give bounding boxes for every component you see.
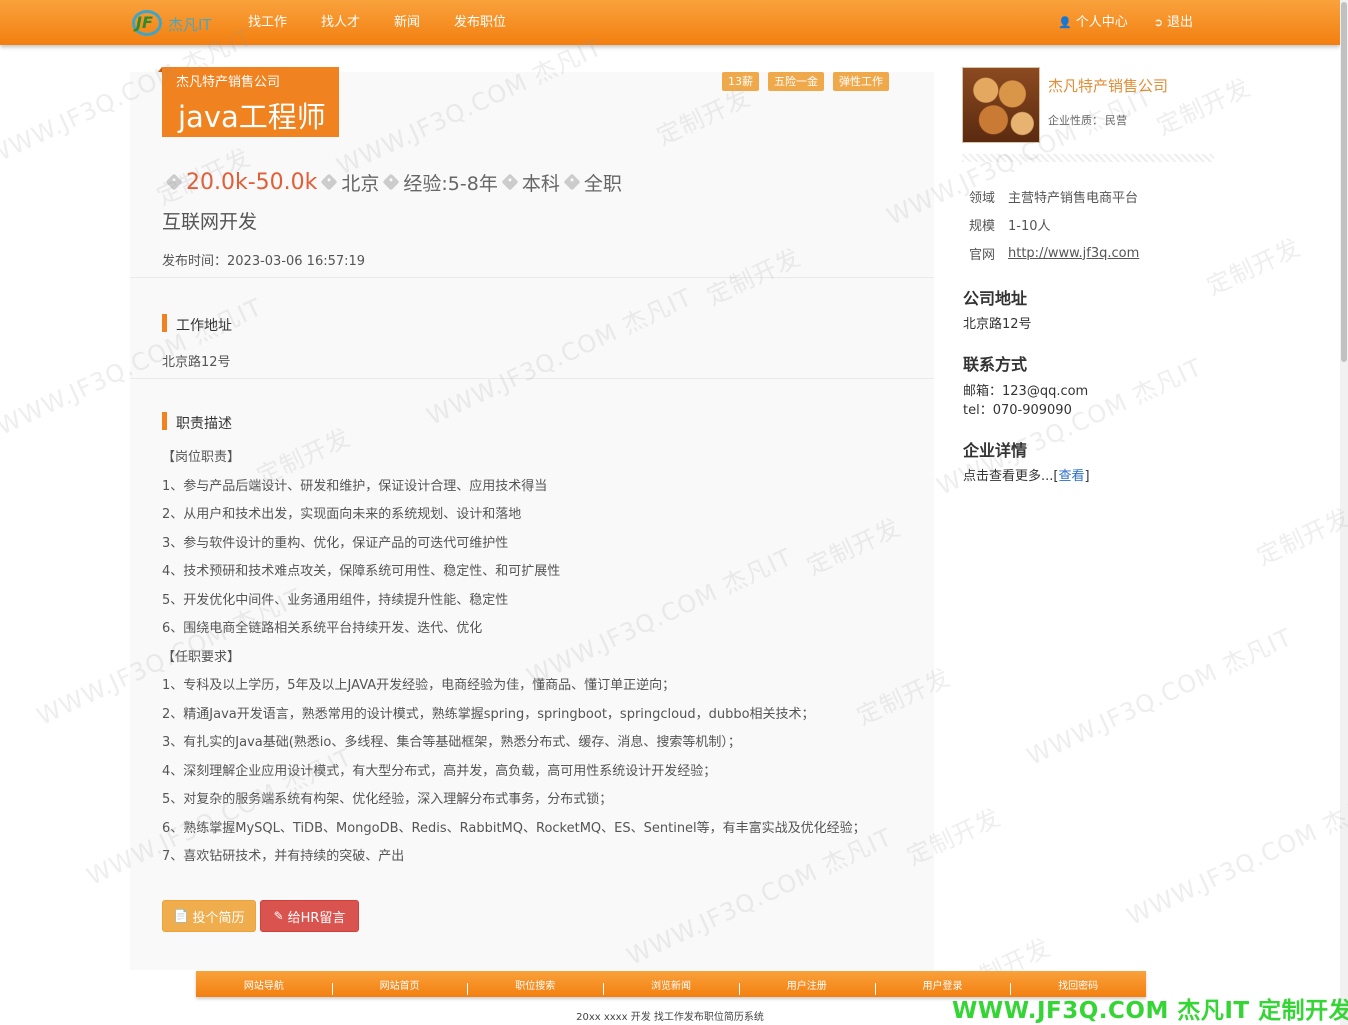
company-detail: 点击查看更多...[查看] <box>963 469 1090 484</box>
company-detail-title: 企业详情 <box>963 441 1028 460</box>
duty-line: 4、技术预研和技术难点攻关，保障系统可用性、稳定性、和可扩展性 <box>162 564 561 579</box>
job-title-tag: 杰凡特产销售公司 java工程师 <box>158 67 339 137</box>
watermark: WWW.JF3Q.COM 杰凡IT <box>1022 623 1297 771</box>
job-education: 本科 <box>521 172 560 195</box>
duty-line: 2、精通Java开发语言，熟悉常用的设计模式，熟练掌握spring，spring… <box>162 706 815 722</box>
company-name-link[interactable]: 杰凡特产销售公司 <box>1048 75 1168 96</box>
duty-line: 5、对复杂的服务端系统有构架、优化经验，深入理解分布式事务，分布式锁； <box>162 792 613 807</box>
tag-icon <box>382 173 400 191</box>
welfare-badge: 13薪 <box>722 72 759 91</box>
nav-news[interactable]: 新闻 <box>394 0 420 45</box>
footer-link[interactable]: 用户注册 <box>738 971 875 997</box>
duty-line: 4、深刻理解企业应用设计模式，有大型分布式，高并发，高负载，高可用性系统设计开发… <box>162 763 717 779</box>
duty-line: 1、参与产品后端设计、研发和维护，保证设计合理、应用技术得当 <box>162 478 548 494</box>
decorative-divider <box>962 154 1214 162</box>
duty-line: 7、喜欢钻研技术，并有持续的突破、产出 <box>162 849 405 864</box>
user-icon: 👤 <box>1058 16 1072 29</box>
watermark: WWW.JF3Q.COM 杰凡IT <box>1122 783 1348 931</box>
nav-post-job[interactable]: 发布职位 <box>454 0 506 45</box>
info-label: 领域 <box>969 190 996 206</box>
tag-corner <box>158 67 162 72</box>
job-title: java工程师 <box>178 100 326 134</box>
info-label: 规模 <box>969 219 996 235</box>
top-nav-bar: JF 杰凡IT 找工作 找人才 新闻 发布职位 👤 个人中心 ➲ 退出 <box>0 0 1340 45</box>
info-row: 官网 http://www.jf3q.com <box>962 239 1139 268</box>
company-website-link[interactable]: http://www.jf3q.com <box>1008 246 1139 261</box>
logout-icon: ➲ <box>1153 16 1163 29</box>
salary: 20.0k-50.0k <box>186 169 318 195</box>
user-links: 👤 个人中心 ➲ 退出 <box>1058 0 1219 45</box>
tag-icon <box>165 173 183 191</box>
logo-mark-icon: JF <box>136 13 153 32</box>
job-city: 北京 <box>341 172 380 195</box>
duty-line: 3、参与软件设计的重构、优化，保证产品的可迭代可维护性 <box>162 535 509 551</box>
user-center-link[interactable]: 👤 个人中心 <box>1058 0 1128 45</box>
logo-text: 杰凡IT <box>168 16 212 34</box>
message-hr-button[interactable]: ✎ 给HR留言 <box>260 900 359 932</box>
company-nature-label: 企业性质： <box>1048 114 1103 127</box>
duty-line: 【任职要求】 <box>162 649 241 665</box>
duty-line: 6、围绕电商全链路相关系统平台持续开发、迭代、优化 <box>162 621 483 636</box>
job-meta: 20.0k-50.0k 北京 经验:5-8年 本科 全职 <box>162 166 622 198</box>
company-field: 主营特产销售电商平台 <box>1008 190 1139 206</box>
watermark-banner: WWW.JF3Q.COM 杰凡IT 定制开发 <box>952 998 1348 1024</box>
nav-find-talent[interactable]: 找人才 <box>321 0 360 45</box>
welfare-badge: 五险一金 <box>768 72 824 91</box>
duty-line: 3、有扎实的Java基础(熟悉io、多线程、集合等基础框架，熟悉分布式、缓存、消… <box>162 735 741 750</box>
footer-link[interactable]: 网站导航 <box>196 971 332 997</box>
watermark: 定制开发 <box>1202 233 1305 301</box>
company-address: 北京路12号 <box>963 317 1032 332</box>
duty-title: 职责描述 <box>162 412 232 433</box>
divider <box>130 277 934 278</box>
main-nav: 找工作 找人才 新闻 发布职位 <box>248 0 540 45</box>
duty-line: 【岗位职责】 <box>162 450 241 465</box>
apply-resume-button[interactable]: 📄 投个简历 <box>162 900 256 932</box>
welfare-tags: 13薪 五险一金 弹性工作 <box>722 72 898 91</box>
tag-icon <box>501 173 519 191</box>
info-label: 官网 <box>969 247 996 263</box>
company-address-title: 公司地址 <box>963 289 1028 308</box>
scrollbar-thumb[interactable] <box>1341 2 1347 362</box>
company-nature: 民营 <box>1105 114 1127 127</box>
duty-line: 6、熟练掌握MySQL、TiDB、MongoDB、Redis、RabbitMQ、… <box>162 820 866 836</box>
duty-line: 2、从用户和技术出发，实现面向未来的系统规划、设计和落地 <box>162 507 522 522</box>
info-row: 规模 1-10人 <box>962 211 1139 240</box>
welfare-badge: 弹性工作 <box>833 72 889 91</box>
job-company-name: 杰凡特产销售公司 <box>176 75 281 90</box>
job-experience: 经验:5-8年 <box>403 172 498 195</box>
site-logo[interactable]: JF 杰凡IT <box>130 8 222 38</box>
work-address: 北京路12号 <box>162 355 231 370</box>
tag-icon <box>320 173 338 191</box>
pencil-icon: ✎ <box>273 909 284 923</box>
footer-link[interactable]: 网站首页 <box>331 971 468 997</box>
company-info-table: 领域 主营特产销售电商平台 规模 1-10人 官网 http://www.jf3… <box>962 182 1139 268</box>
work-address-title: 工作地址 <box>162 314 232 335</box>
contact-email: 邮箱：123@qq.com <box>963 384 1089 399</box>
job-department: 互联网开发 <box>162 211 258 233</box>
publish-time: 发布时间：2023-03-06 16:57:19 <box>162 254 366 269</box>
logout-link[interactable]: ➲ 退出 <box>1154 0 1193 45</box>
duty-list: 【岗位职责】 1、参与产品后端设计、研发和维护，保证设计合理、应用技术得当 2、… <box>162 448 866 876</box>
company-site-cell: http://www.jf3q.com <box>1008 239 1139 268</box>
page-scrollbar[interactable] <box>1340 0 1348 1025</box>
contact-title: 联系方式 <box>963 355 1028 374</box>
tag-icon <box>563 173 581 191</box>
nav-find-job[interactable]: 找工作 <box>248 0 287 45</box>
contact-tel: tel：070-909090 <box>963 403 1072 418</box>
watermark: 定制开发 <box>1252 503 1348 571</box>
job-type: 全职 <box>583 172 622 195</box>
company-logo-image[interactable] <box>962 67 1040 143</box>
view-more-link[interactable]: 查看 <box>1058 469 1084 484</box>
file-icon: 📄 <box>173 909 189 923</box>
footer-link[interactable]: 浏览新闻 <box>603 971 739 997</box>
footer-link[interactable]: 职位搜索 <box>467 971 603 997</box>
duty-line: 5、开发优化中间件、业务通用组件，持续提升性能、稳定性 <box>162 592 509 608</box>
job-detail-page: JF 杰凡IT 找工作 找人才 新闻 发布职位 👤 个人中心 ➲ 退出 杰凡特产销售… <box>0 0 1348 1025</box>
duty-line: 1、专科及以上学历，5年及以上JAVA开发经验，电商经验为佳，懂商品、懂订单正逆… <box>162 678 676 693</box>
divider <box>130 378 934 379</box>
info-row: 领域 主营特产销售电商平台 <box>962 182 1139 211</box>
company-scale: 1-10人 <box>1008 219 1051 235</box>
